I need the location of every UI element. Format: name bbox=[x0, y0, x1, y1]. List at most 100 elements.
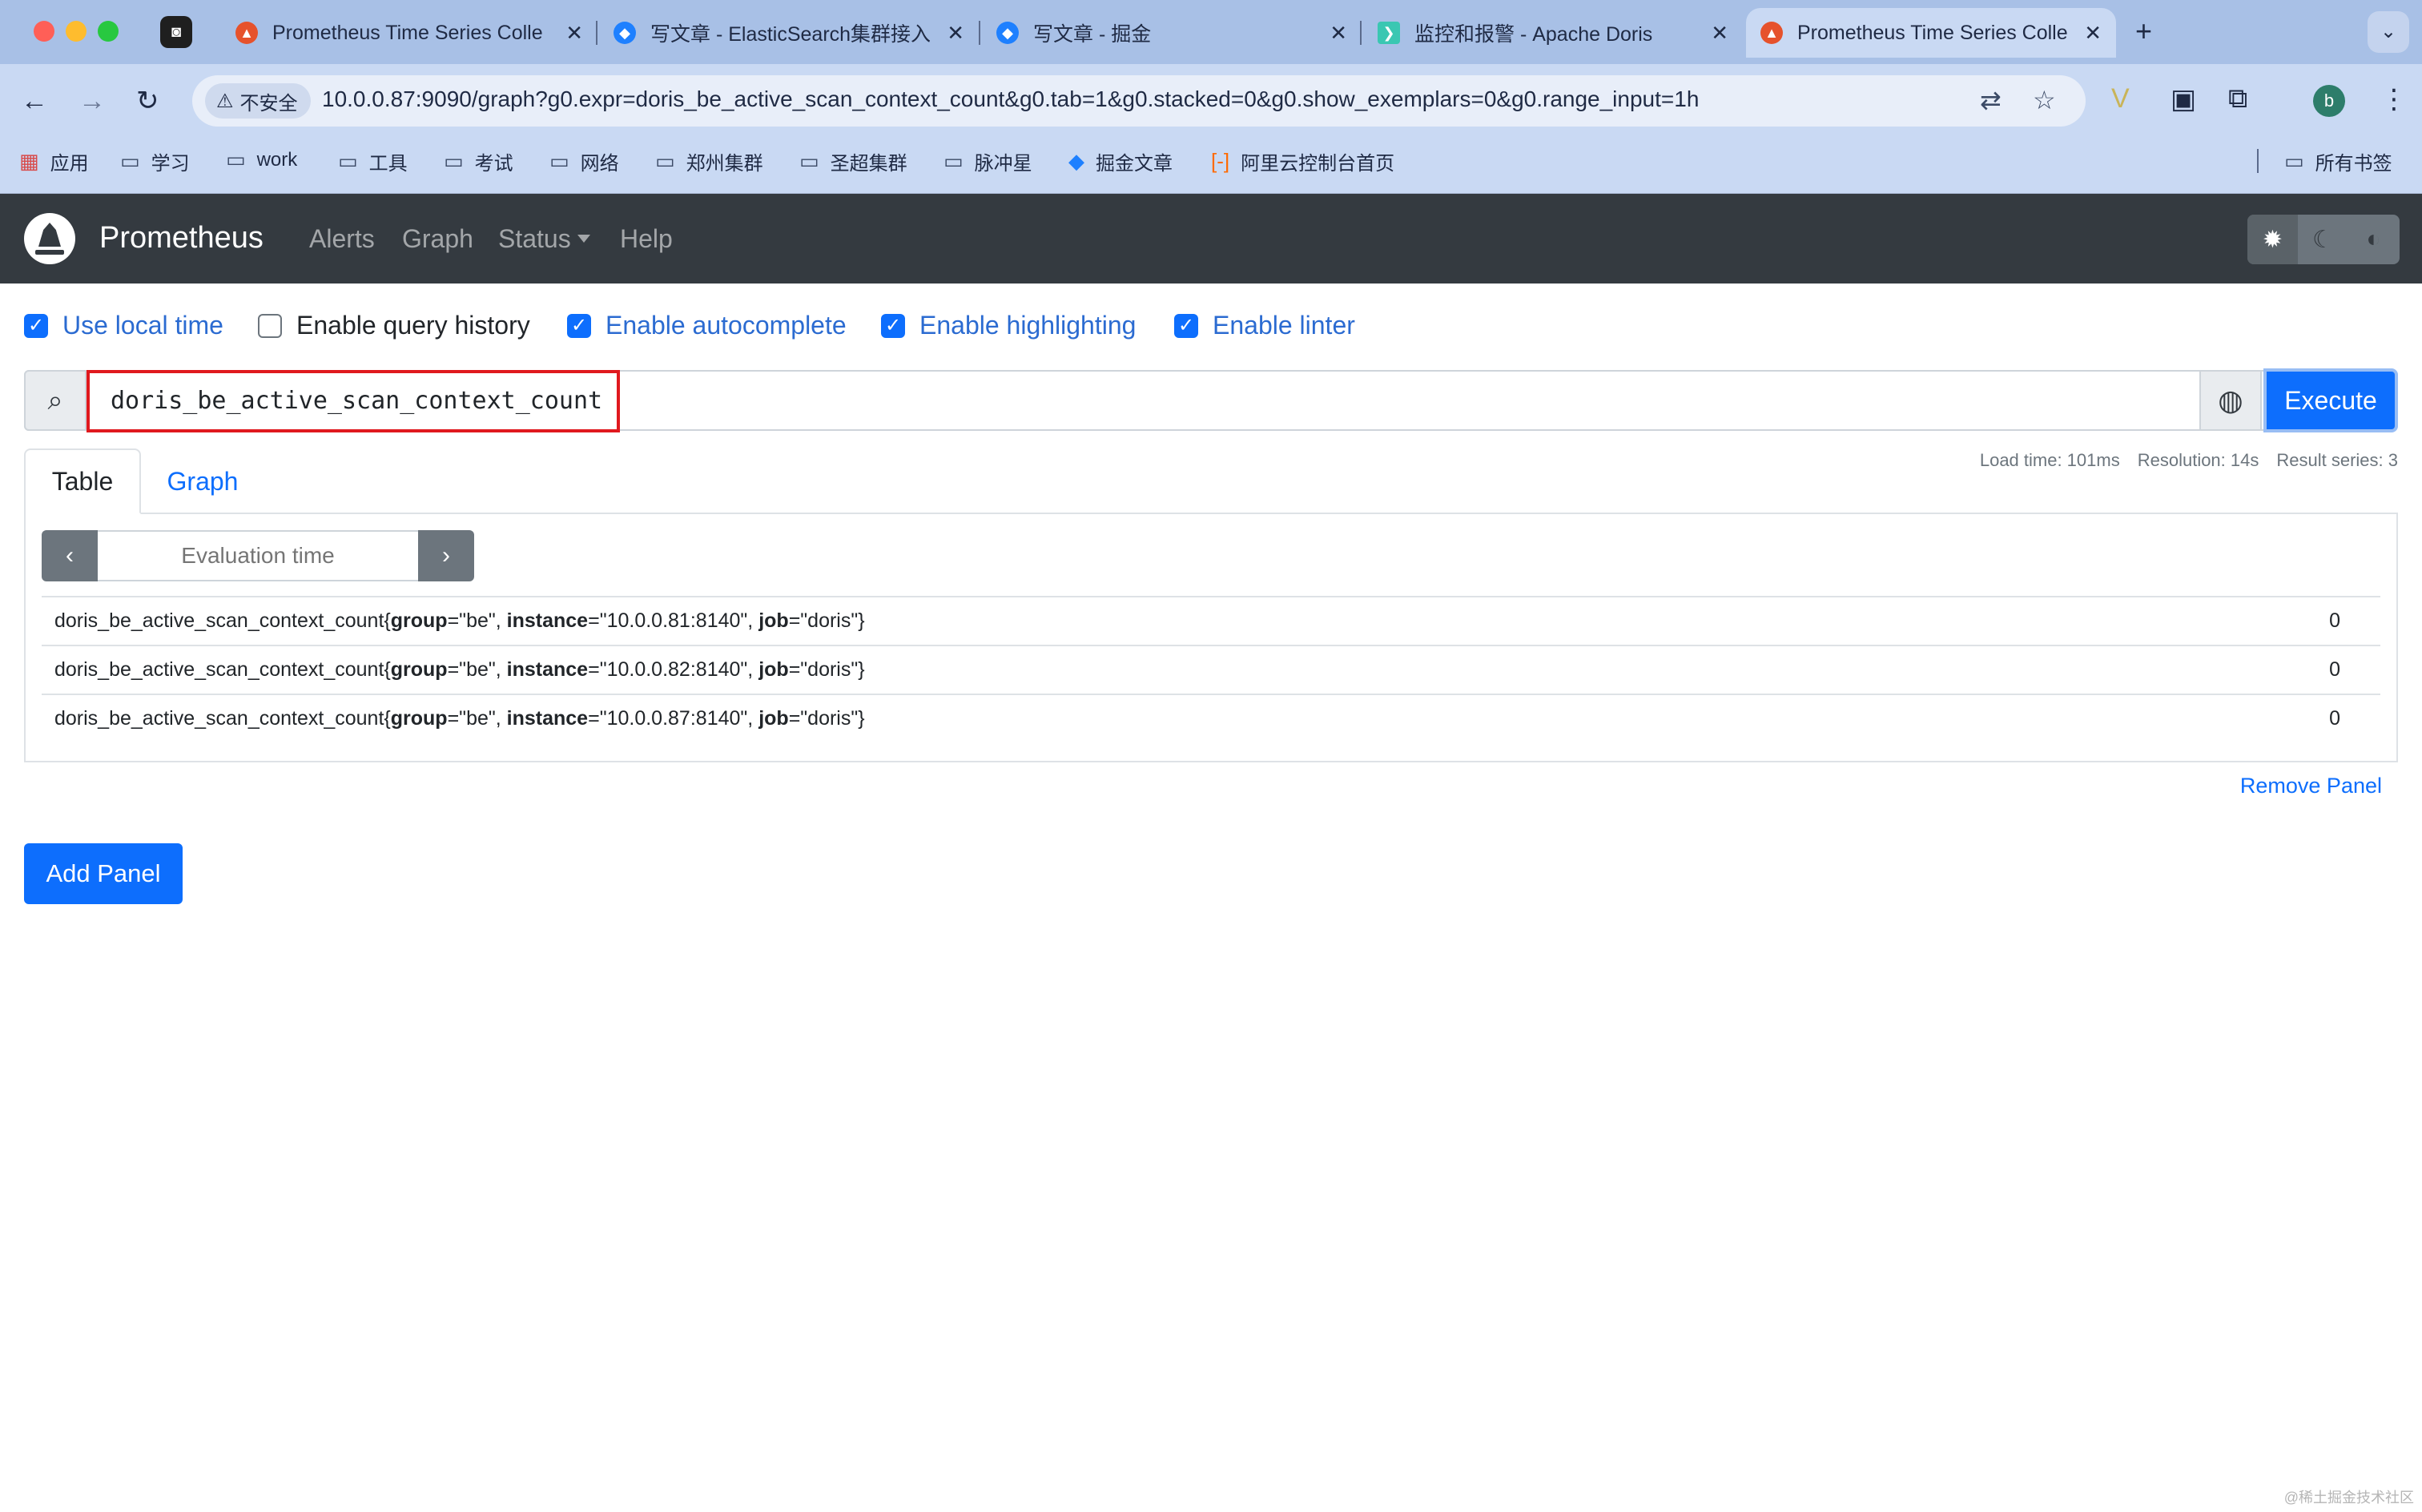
folder-icon: ▭ bbox=[2284, 149, 2304, 173]
dark-theme-moon-icon[interactable]: ☾ bbox=[2298, 215, 2348, 264]
bookmark-star-icon[interactable]: ☆ bbox=[2033, 85, 2056, 115]
tab-close-icon[interactable]: ✕ bbox=[1711, 21, 1728, 46]
bookmark-folder-work[interactable]: ▭ work bbox=[226, 147, 297, 172]
series-value: 0 bbox=[2329, 658, 2340, 681]
browser-menu-kebab-icon[interactable]: ⋮ bbox=[2380, 83, 2408, 115]
nav-status-label: Status bbox=[498, 224, 571, 253]
bookmark-folder-zhengzhou-cluster[interactable]: ▭ 郑州集群 bbox=[655, 147, 763, 175]
tab-title: 写文章 - ElasticSearch集群接入 bbox=[650, 23, 931, 46]
chevron-right-icon[interactable]: › bbox=[418, 530, 474, 581]
window-close-button[interactable] bbox=[34, 21, 54, 42]
add-panel-button[interactable]: Add Panel bbox=[24, 843, 183, 904]
execute-button[interactable]: Execute bbox=[2263, 368, 2398, 432]
bookmark-apps[interactable]: ▦ 应用 bbox=[19, 147, 89, 175]
option-label: Enable query history bbox=[296, 311, 530, 340]
bookmark-folder-shengchao-cluster[interactable]: ▭ 圣超集群 bbox=[799, 147, 907, 175]
chevron-left-icon[interactable]: ‹ bbox=[42, 530, 98, 581]
security-status-chip[interactable]: ⚠ 不安全 bbox=[205, 83, 311, 119]
vue-devtools-extension-icon[interactable]: V bbox=[2111, 83, 2130, 115]
bookmark-folder-pulsar[interactable]: ▭ 脉冲星 bbox=[943, 147, 1032, 175]
option-enable-linter[interactable]: ✓ Enable linter bbox=[1174, 311, 1355, 340]
checkbox-checked[interactable]: ✓ bbox=[1174, 313, 1198, 338]
metrics-explorer-globe-icon[interactable]: ◍ bbox=[2199, 370, 2262, 431]
bookmarks-separator bbox=[2257, 149, 2259, 173]
url-text[interactable]: 10.0.0.87:9090/graph?g0.expr=doris_be_ac… bbox=[322, 86, 1699, 112]
theme-switcher: ✹ ☾ ◐ bbox=[2247, 215, 2400, 264]
tab-title: Prometheus Time Series Colle bbox=[1797, 21, 2068, 44]
folder-icon: ▭ bbox=[338, 149, 358, 173]
tab-search-chevron-icon[interactable]: ⌄ bbox=[2368, 11, 2409, 53]
option-label: Use local time bbox=[62, 311, 223, 340]
bookmark-aliyun-console[interactable]: [-] 阿里云控制台首页 bbox=[1211, 147, 1394, 175]
search-icon: ⌕ bbox=[24, 370, 86, 431]
tab-graph[interactable]: Graph bbox=[143, 448, 263, 514]
evaluation-time-input[interactable] bbox=[98, 530, 418, 581]
new-tab-button[interactable]: + bbox=[2135, 14, 2152, 48]
tab-close-icon[interactable]: ✕ bbox=[565, 21, 583, 46]
option-use-local-time[interactable]: ✓ Use local time bbox=[24, 311, 223, 340]
nav-help[interactable]: Help bbox=[620, 224, 673, 254]
bookmark-folder-tools[interactable]: ▭ 工具 bbox=[338, 147, 408, 175]
option-enable-query-history[interactable]: Enable query history bbox=[258, 311, 530, 340]
browser-tab-1[interactable]: ▲ Prometheus Time Series Colle ✕ bbox=[221, 8, 597, 58]
load-time: Load time: 101ms bbox=[1979, 450, 2120, 470]
tab-close-icon[interactable]: ✕ bbox=[947, 21, 964, 46]
bookmark-label: 学习 bbox=[151, 153, 190, 175]
prometheus-favicon-icon: ▲ bbox=[235, 22, 258, 44]
forward-arrow-icon[interactable]: → bbox=[78, 85, 106, 117]
auto-theme-contrast-icon[interactable]: ◐ bbox=[2348, 215, 2399, 264]
prometheus-logo-icon[interactable] bbox=[24, 213, 75, 264]
juejin-favicon-icon: ◆ bbox=[996, 22, 1019, 44]
series-value: 0 bbox=[2329, 609, 2340, 632]
bookmark-label: 应用 bbox=[50, 153, 89, 175]
option-enable-highlighting[interactable]: ✓ Enable highlighting bbox=[881, 311, 1136, 340]
browser-tab-3[interactable]: ◆ 写文章 - 掘金 ✕ bbox=[982, 8, 1362, 58]
nav-graph[interactable]: Graph bbox=[402, 224, 473, 254]
browser-tab-5-active[interactable]: ▲ Prometheus Time Series Colle ✕ bbox=[1746, 8, 2116, 58]
bookmark-label: 网络 bbox=[580, 153, 619, 175]
profile-avatar[interactable]: b bbox=[2313, 85, 2345, 117]
bookmark-folder-network[interactable]: ▭ 网络 bbox=[549, 147, 619, 175]
bookmark-label: 郑州集群 bbox=[686, 153, 763, 175]
tab-separator bbox=[979, 21, 980, 45]
option-enable-autocomplete[interactable]: ✓ Enable autocomplete bbox=[567, 311, 847, 340]
checkbox-checked[interactable]: ✓ bbox=[567, 313, 591, 338]
bookmark-all-bookmarks[interactable]: ▭ 所有书签 bbox=[2284, 147, 2392, 175]
tab-title: Prometheus Time Series Colle bbox=[272, 21, 543, 44]
window-minimize-button[interactable] bbox=[66, 21, 86, 42]
extensions-puzzle-icon[interactable]: ⧉ bbox=[2228, 83, 2247, 115]
light-theme-sun-icon[interactable]: ✹ bbox=[2247, 215, 2298, 264]
series-labels: doris_be_active_scan_context_count{group… bbox=[54, 609, 865, 632]
tab-title: 监控和报警 - Apache Doris bbox=[1414, 23, 1653, 46]
bookmark-folder-exam[interactable]: ▭ 考试 bbox=[444, 147, 513, 175]
folder-icon: ▭ bbox=[549, 149, 569, 173]
checkbox-unchecked[interactable] bbox=[258, 313, 282, 338]
bookmark-label: work bbox=[256, 148, 298, 171]
bookmark-juejin-articles[interactable]: ◆ 掘金文章 bbox=[1068, 147, 1173, 175]
remove-panel-link[interactable]: Remove Panel bbox=[2240, 774, 2382, 798]
pinned-tab-robot-icon[interactable]: ◙ bbox=[160, 16, 192, 48]
reload-icon[interactable]: ↻ bbox=[136, 85, 159, 117]
table-row: doris_be_active_scan_context_count{group… bbox=[42, 645, 2380, 694]
brand-title[interactable]: Prometheus bbox=[99, 221, 264, 255]
nav-alerts[interactable]: Alerts bbox=[309, 224, 375, 254]
tab-close-icon[interactable]: ✕ bbox=[2084, 21, 2102, 46]
back-arrow-icon[interactable]: ← bbox=[21, 85, 48, 117]
bookmark-folder-study[interactable]: ▭ 学习 bbox=[120, 147, 190, 175]
extension-panel-icon[interactable]: ▣ bbox=[2171, 83, 2196, 115]
translate-icon[interactable]: ⇄ bbox=[1980, 85, 2002, 115]
tab-table[interactable]: Table bbox=[24, 448, 141, 514]
nav-status-dropdown[interactable]: Status bbox=[498, 224, 590, 254]
checkbox-checked[interactable]: ✓ bbox=[24, 313, 48, 338]
expression-input[interactable] bbox=[88, 372, 2198, 429]
browser-tab-4[interactable]: ❯ 监控和报警 - Apache Doris ✕ bbox=[1363, 8, 1743, 58]
tab-separator bbox=[596, 21, 597, 45]
folder-icon: ▭ bbox=[655, 149, 675, 173]
browser-tab-2[interactable]: ◆ 写文章 - ElasticSearch集群接入 ✕ bbox=[599, 8, 979, 58]
window-zoom-button[interactable] bbox=[98, 21, 119, 42]
tab-separator bbox=[1360, 21, 1362, 45]
tab-close-icon[interactable]: ✕ bbox=[1330, 21, 1347, 46]
checkbox-checked[interactable]: ✓ bbox=[881, 313, 905, 338]
series-value: 0 bbox=[2329, 707, 2340, 730]
series-labels: doris_be_active_scan_context_count{group… bbox=[54, 658, 865, 681]
